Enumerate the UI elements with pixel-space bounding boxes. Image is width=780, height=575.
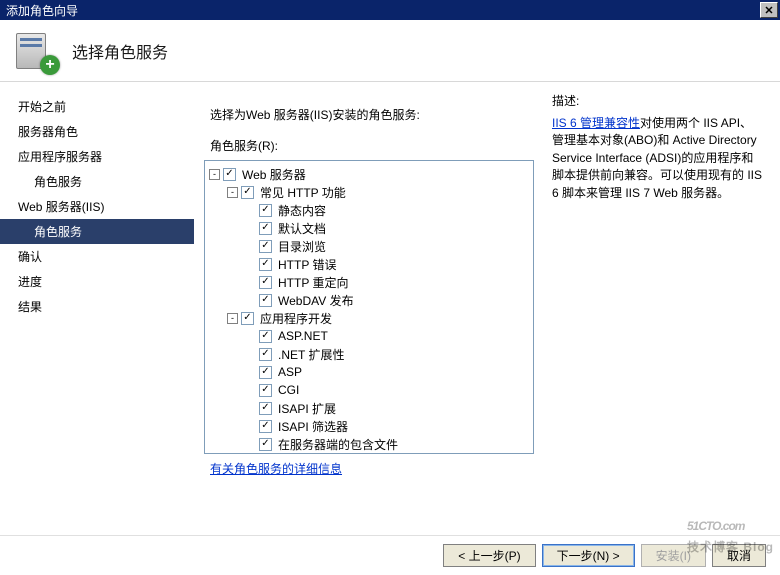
tree-node-label: 常见 HTTP 功能	[258, 183, 348, 202]
sidebar-step[interactable]: 进度	[0, 269, 194, 294]
description-body: IIS 6 管理兼容性对使用两个 IIS API、管理基本对象(ABO)和 Ac…	[552, 115, 764, 202]
tree-node[interactable]: .NET 扩展性	[209, 345, 533, 363]
role-services-tree[interactable]: -Web 服务器-常见 HTTP 功能静态内容默认文档目录浏览HTTP 错误HT…	[204, 160, 534, 454]
tree-node-label: CGI	[276, 382, 301, 398]
checkbox[interactable]	[259, 366, 272, 379]
tree-node-label: ASP.NET	[276, 328, 330, 344]
checkbox[interactable]	[259, 204, 272, 217]
tree-node-label: 在服务器端的包含文件	[276, 435, 400, 454]
checkbox[interactable]	[259, 330, 272, 343]
next-button[interactable]: 下一步(N) >	[542, 544, 635, 567]
checkbox[interactable]	[259, 240, 272, 253]
checkbox[interactable]	[223, 168, 236, 181]
collapse-icon[interactable]: -	[227, 313, 238, 324]
tree-node[interactable]: - Web 服务器	[209, 165, 533, 183]
tree-node[interactable]: CGI	[209, 381, 533, 399]
tree-node[interactable]: 静态内容	[209, 201, 533, 219]
sidebar-step[interactable]: 结果	[0, 294, 194, 319]
tree-node-label: 目录浏览	[276, 237, 328, 256]
description-heading: 描述:	[552, 92, 764, 109]
tree-node-label: .NET 扩展性	[276, 345, 346, 364]
tree-node-label: ASP	[276, 364, 304, 380]
tree-node[interactable]: - 常见 HTTP 功能	[209, 183, 533, 201]
checkbox[interactable]	[241, 312, 254, 325]
page-title: 选择角色服务	[72, 39, 168, 63]
wizard-buttons: < 上一步(P) 下一步(N) > 安装(I) 取消	[0, 535, 780, 575]
tree-node-label: HTTP 错误	[276, 255, 338, 274]
checkbox[interactable]	[259, 258, 272, 271]
window-title: 添加角色向导	[6, 2, 760, 19]
tree-node-label: 静态内容	[276, 201, 328, 220]
prev-button[interactable]: < 上一步(P)	[443, 544, 535, 567]
wizard-steps-sidebar: 开始之前服务器角色应用程序服务器角色服务Web 服务器(IIS)角色服务确认进度…	[0, 82, 200, 535]
tree-node[interactable]: 在服务器端的包含文件	[209, 435, 533, 453]
instruction-text: 选择为Web 服务器(IIS)安装的角色服务: 角色服务(R):	[204, 92, 534, 154]
tree-node[interactable]: HTTP 错误	[209, 255, 533, 273]
close-icon[interactable]: ✕	[760, 2, 778, 18]
checkbox[interactable]	[259, 438, 272, 451]
checkbox[interactable]	[259, 222, 272, 235]
tree-node[interactable]: ASP	[209, 363, 533, 381]
titlebar: 添加角色向导 ✕	[0, 0, 780, 20]
sidebar-step[interactable]: 开始之前	[0, 94, 194, 119]
checkbox[interactable]	[259, 276, 272, 289]
tree-node-label: 默认文档	[276, 219, 328, 238]
more-info-link[interactable]: 有关角色服务的详细信息	[204, 454, 534, 477]
tree-node[interactable]: ASP.NET	[209, 327, 533, 345]
tree-node-label: HTTP 重定向	[276, 273, 350, 292]
wizard-header: + 选择角色服务	[0, 20, 780, 82]
tree-node-label: ISAPI 扩展	[276, 399, 338, 418]
tree-node[interactable]: - 应用程序开发	[209, 309, 533, 327]
tree-node[interactable]: HTTP 重定向	[209, 273, 533, 291]
cancel-button[interactable]: 取消	[712, 544, 766, 567]
install-button: 安装(I)	[641, 544, 706, 567]
tree-node-label: ISAPI 筛选器	[276, 417, 350, 436]
checkbox[interactable]	[259, 294, 272, 307]
checkbox[interactable]	[241, 186, 254, 199]
sidebar-step[interactable]: 角色服务	[0, 169, 194, 194]
tree-node-label: WebDAV 发布	[276, 291, 356, 310]
sidebar-step[interactable]: Web 服务器(IIS)	[0, 194, 194, 219]
tree-node[interactable]: 目录浏览	[209, 237, 533, 255]
sidebar-step[interactable]: 服务器角色	[0, 119, 194, 144]
sidebar-step[interactable]: 角色服务	[0, 219, 194, 244]
tree-node[interactable]: WebDAV 发布	[209, 291, 533, 309]
tree-node-label: Web 服务器	[240, 165, 308, 184]
tree-node[interactable]: ISAPI 扩展	[209, 399, 533, 417]
tree-node-label: 应用程序开发	[258, 309, 334, 328]
checkbox[interactable]	[259, 402, 272, 415]
checkbox[interactable]	[259, 384, 272, 397]
collapse-icon[interactable]: -	[227, 187, 238, 198]
tree-node[interactable]: 默认文档	[209, 219, 533, 237]
description-link[interactable]: IIS 6 管理兼容性	[552, 116, 640, 130]
description-panel: 描述: IIS 6 管理兼容性对使用两个 IIS API、管理基本对象(ABO)…	[534, 92, 768, 477]
tree-node[interactable]: ISAPI 筛选器	[209, 417, 533, 435]
checkbox[interactable]	[259, 348, 272, 361]
collapse-icon[interactable]: -	[209, 169, 220, 180]
sidebar-step[interactable]: 应用程序服务器	[0, 144, 194, 169]
wizard-icon: +	[14, 29, 58, 73]
sidebar-step[interactable]: 确认	[0, 244, 194, 269]
checkbox[interactable]	[259, 420, 272, 433]
